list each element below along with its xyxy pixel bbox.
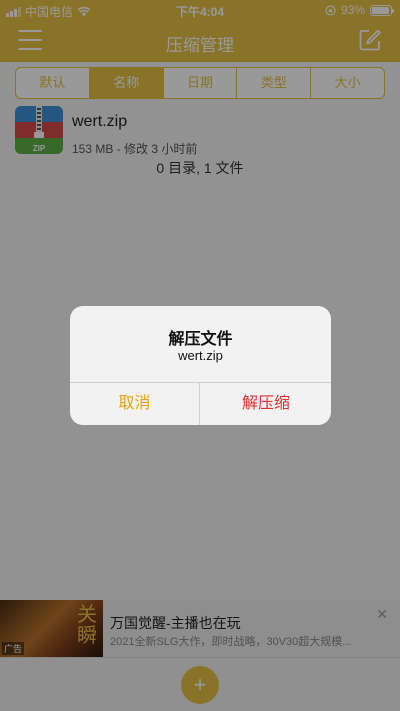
cancel-button[interactable]: 取消 xyxy=(70,383,200,425)
dialog-title: 解压文件 xyxy=(168,331,233,348)
extract-dialog: 解压文件 wert.zip 取消 解压缩 xyxy=(70,306,331,425)
dialog-message: wert.zip xyxy=(178,348,223,363)
extract-button[interactable]: 解压缩 xyxy=(201,383,331,425)
